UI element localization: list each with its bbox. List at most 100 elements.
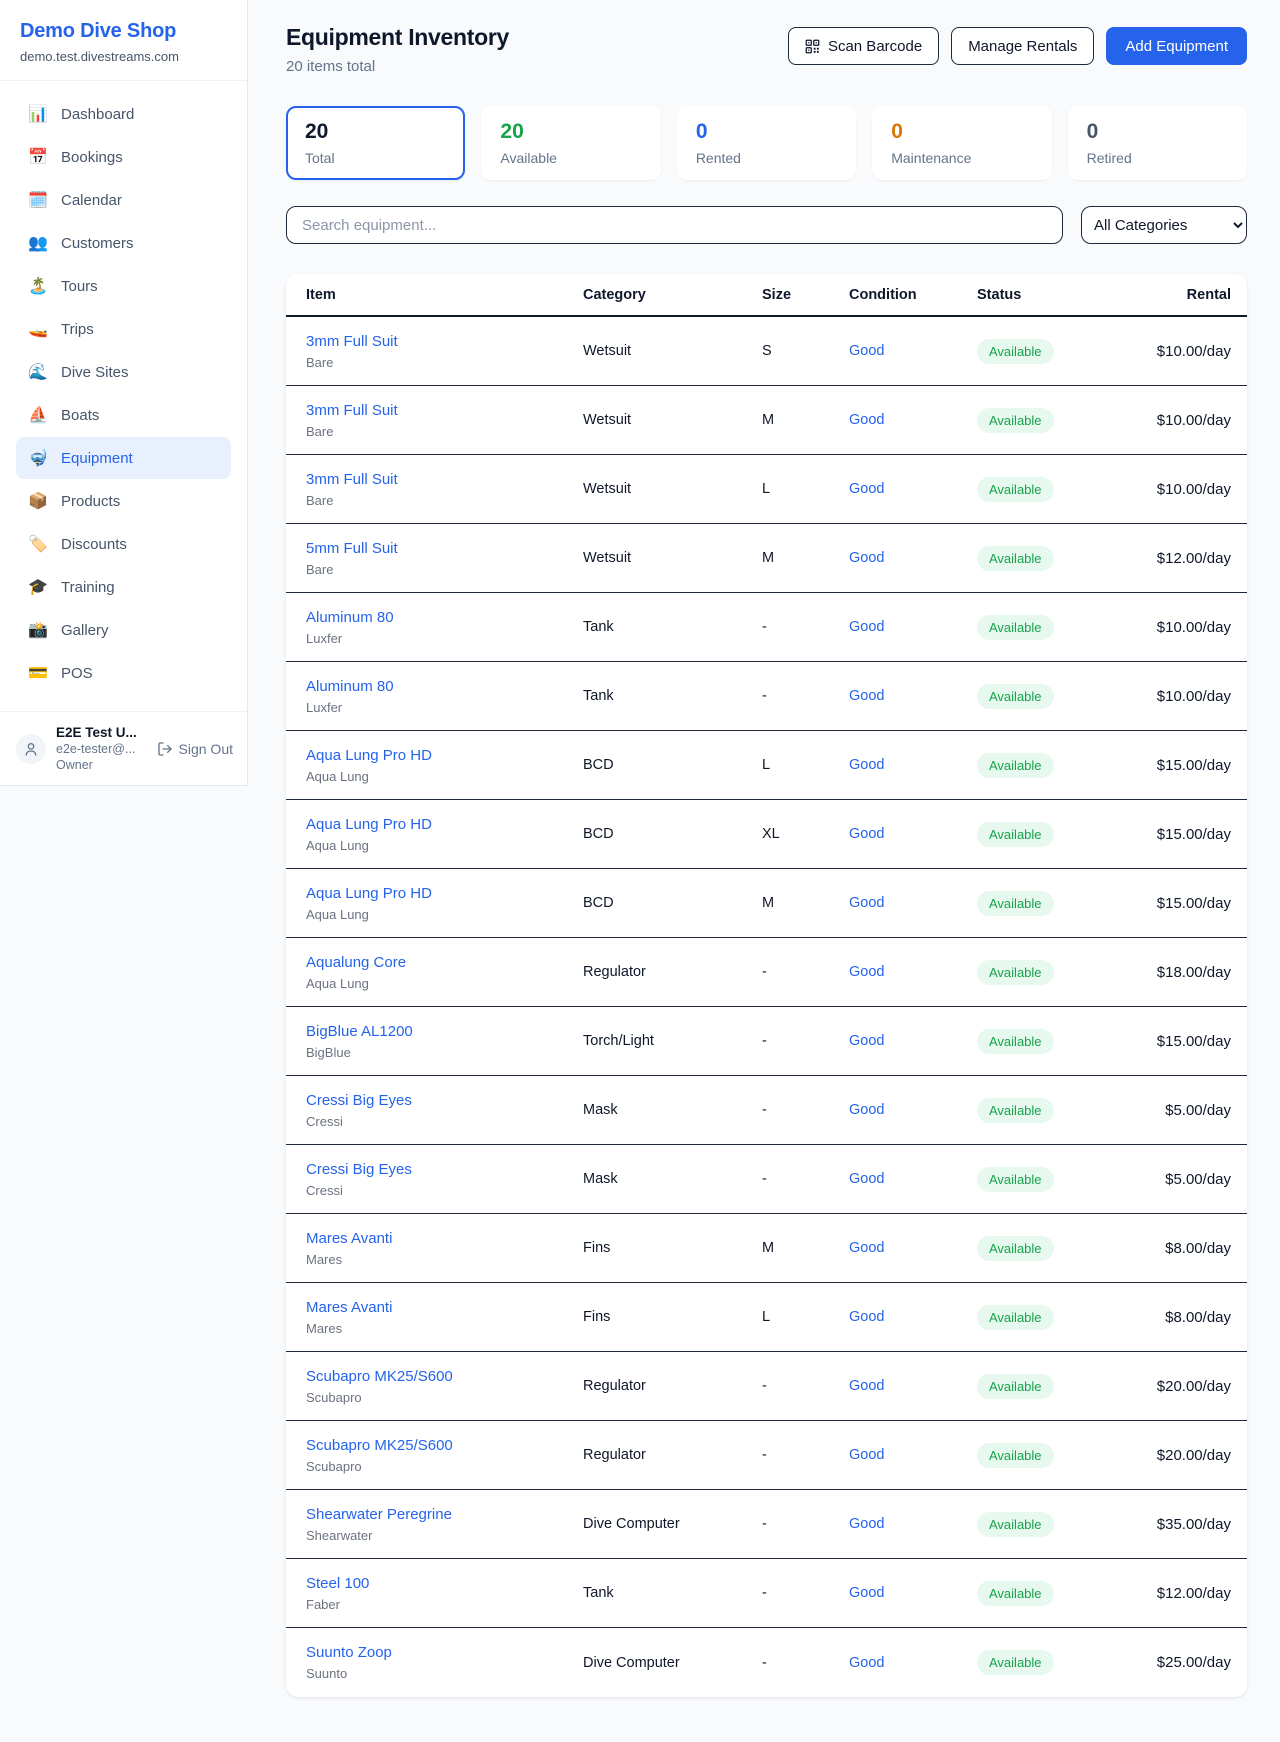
cell-size: - <box>762 964 849 980</box>
cell-category: Fins <box>583 1240 762 1256</box>
cell-size: S <box>762 343 849 359</box>
condition-link[interactable]: Good <box>849 1516 884 1532</box>
sidebar-item-boats[interactable]: ⛵ Boats <box>16 394 231 436</box>
item-brand: Aqua Lung <box>306 907 583 922</box>
condition-link[interactable]: Good <box>849 757 884 773</box>
sidebar-item-equipment[interactable]: 🤿 Equipment <box>16 437 231 479</box>
stat-card-rented[interactable]: 0 Rented <box>677 106 856 180</box>
item-link[interactable]: Steel 100 <box>306 1575 369 1592</box>
table-row: Scubapro MK25/S600 Scubapro Regulator - … <box>286 1421 1247 1490</box>
condition-link[interactable]: Good <box>849 1309 884 1325</box>
search-input[interactable] <box>286 206 1063 244</box>
condition-link[interactable]: Good <box>849 1102 884 1118</box>
item-link[interactable]: Mares Avanti <box>306 1230 392 1247</box>
condition-link[interactable]: Good <box>849 964 884 980</box>
condition-link[interactable]: Good <box>849 619 884 635</box>
item-link[interactable]: Scubapro MK25/S600 <box>306 1368 453 1385</box>
cell-category: Wetsuit <box>583 550 762 566</box>
item-link[interactable]: Mares Avanti <box>306 1299 392 1316</box>
condition-link[interactable]: Good <box>849 550 884 566</box>
item-link[interactable]: Aqualung Core <box>306 954 406 971</box>
sidebar-item-dive-sites[interactable]: 🌊 Dive Sites <box>16 351 231 393</box>
item-link[interactable]: 3mm Full Suit <box>306 333 398 350</box>
cell-status: Available <box>977 753 1117 778</box>
page-header: Equipment Inventory 20 items total Scan … <box>286 24 1247 75</box>
condition-link[interactable]: Good <box>849 1171 884 1187</box>
item-link[interactable]: 3mm Full Suit <box>306 471 398 488</box>
item-brand: Bare <box>306 355 583 370</box>
condition-link[interactable]: Good <box>849 1585 884 1601</box>
item-link[interactable]: Aqua Lung Pro HD <box>306 816 432 833</box>
filter-row: All Categories <box>286 206 1247 244</box>
item-link[interactable]: Cressi Big Eyes <box>306 1092 412 1109</box>
sidebar-item-bookings[interactable]: 📅 Bookings <box>16 136 231 178</box>
condition-link[interactable]: Good <box>849 895 884 911</box>
sidebar-item-calendar[interactable]: 🗓️ Calendar <box>16 179 231 221</box>
condition-link[interactable]: Good <box>849 1033 884 1049</box>
sidebar-item-customers[interactable]: 👥 Customers <box>16 222 231 264</box>
sidebar-item-dashboard[interactable]: 📊 Dashboard <box>16 93 231 135</box>
status-badge: Available <box>977 1581 1054 1606</box>
condition-link[interactable]: Good <box>849 826 884 842</box>
condition-link[interactable]: Good <box>849 343 884 359</box>
condition-link[interactable]: Good <box>849 412 884 428</box>
column-header-status: Status <box>977 287 1117 303</box>
sign-out-button[interactable]: Sign Out <box>157 741 233 757</box>
item-link[interactable]: Shearwater Peregrine <box>306 1506 452 1523</box>
cell-status: Available <box>977 891 1117 916</box>
condition-link[interactable]: Good <box>849 688 884 704</box>
item-link[interactable]: Aqua Lung Pro HD <box>306 885 432 902</box>
cell-item: Aqua Lung Pro HD Aqua Lung <box>306 816 583 853</box>
item-link[interactable]: Aluminum 80 <box>306 678 394 695</box>
status-badge: Available <box>977 684 1054 709</box>
condition-link[interactable]: Good <box>849 481 884 497</box>
sidebar-item-pos[interactable]: 💳 POS <box>16 652 231 694</box>
item-link[interactable]: 5mm Full Suit <box>306 540 398 557</box>
cell-condition: Good <box>849 894 977 912</box>
cell-item: Aluminum 80 Luxfer <box>306 678 583 715</box>
item-link[interactable]: Aqua Lung Pro HD <box>306 747 432 764</box>
cell-rental: $20.00/day <box>1117 1378 1231 1395</box>
item-link[interactable]: Cressi Big Eyes <box>306 1161 412 1178</box>
cell-category: Wetsuit <box>583 412 762 428</box>
cell-rental: $25.00/day <box>1117 1654 1231 1671</box>
sidebar-item-training[interactable]: 🎓 Training <box>16 566 231 608</box>
table-row: 5mm Full Suit Bare Wetsuit M Good Availa… <box>286 524 1247 593</box>
stat-card-available[interactable]: 20 Available <box>481 106 660 180</box>
item-brand: Bare <box>306 424 583 439</box>
status-badge: Available <box>977 1305 1054 1330</box>
condition-link[interactable]: Good <box>849 1447 884 1463</box>
add-equipment-button[interactable]: Add Equipment <box>1106 27 1247 65</box>
condition-link[interactable]: Good <box>849 1378 884 1394</box>
item-link[interactable]: 3mm Full Suit <box>306 402 398 419</box>
cell-condition: Good <box>849 480 977 498</box>
sidebar-item-products[interactable]: 📦 Products <box>16 480 231 522</box>
sidebar-item-gallery[interactable]: 📸 Gallery <box>16 609 231 651</box>
stat-card-retired[interactable]: 0 Retired <box>1068 106 1247 180</box>
cell-condition: Good <box>849 411 977 429</box>
stat-card-maintenance[interactable]: 0 Maintenance <box>872 106 1051 180</box>
item-link[interactable]: Suunto Zoop <box>306 1644 392 1661</box>
brand-name: Demo Dive Shop <box>20 20 227 43</box>
stat-card-total[interactable]: 20 Total <box>286 106 465 180</box>
cell-rental: $10.00/day <box>1117 412 1231 429</box>
stat-value: 20 <box>500 120 641 144</box>
item-link[interactable]: Aluminum 80 <box>306 609 394 626</box>
item-link[interactable]: BigBlue AL1200 <box>306 1023 413 1040</box>
cell-category: Dive Computer <box>583 1516 762 1532</box>
sidebar-item-discounts[interactable]: 🏷️ Discounts <box>16 523 231 565</box>
scan-barcode-button[interactable]: Scan Barcode <box>788 27 939 65</box>
cell-item: Shearwater Peregrine Shearwater <box>306 1506 583 1543</box>
sidebar-item-tours[interactable]: 🏝️ Tours <box>16 265 231 307</box>
item-link[interactable]: Scubapro MK25/S600 <box>306 1437 453 1454</box>
sidebar-item-trips[interactable]: 🚤 Trips <box>16 308 231 350</box>
condition-link[interactable]: Good <box>849 1240 884 1256</box>
category-select[interactable]: All Categories <box>1081 206 1247 244</box>
stat-value: 0 <box>1087 120 1228 144</box>
condition-link[interactable]: Good <box>849 1655 884 1671</box>
cell-rental: $18.00/day <box>1117 964 1231 981</box>
manage-rentals-button[interactable]: Manage Rentals <box>951 27 1094 65</box>
cell-category: Dive Computer <box>583 1655 762 1671</box>
table-row: 3mm Full Suit Bare Wetsuit M Good Availa… <box>286 386 1247 455</box>
item-brand: Aqua Lung <box>306 976 583 991</box>
